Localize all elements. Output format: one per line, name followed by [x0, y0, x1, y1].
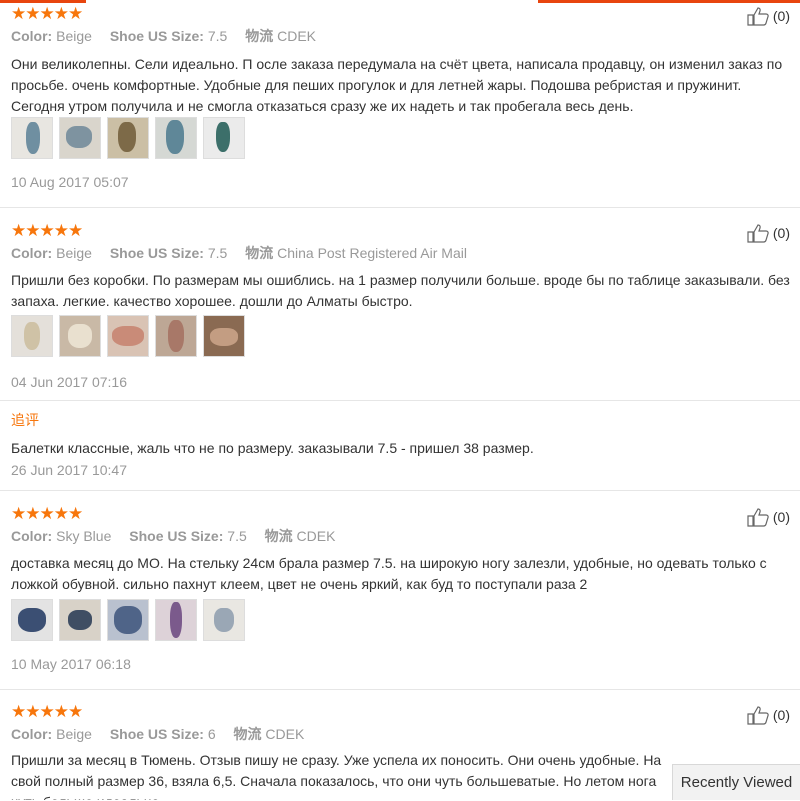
logistics-label: 物流 — [245, 245, 274, 261]
thumbs-up-icon — [747, 7, 769, 26]
logistics-label: 物流 — [245, 28, 274, 44]
logistics-value: CDEK — [265, 726, 305, 742]
color-value: Sky Blue — [56, 528, 112, 544]
review-photo[interactable] — [155, 599, 197, 641]
review-text: Они великолепны. Сели идеально. П осле з… — [11, 56, 783, 114]
review-meta: Color: Beige Shoe US Size: 6 物流 CDEK — [11, 725, 318, 743]
like-button[interactable]: (0) — [747, 6, 790, 26]
like-count: (0) — [772, 8, 790, 24]
size-value: 7.5 — [207, 28, 228, 44]
review-photo[interactable] — [59, 315, 101, 357]
logistics-value: CDEK — [296, 528, 336, 544]
color-label: Color: — [11, 245, 53, 261]
review-text: доставка месяц до МО. На стельку 24см бр… — [11, 555, 767, 592]
thumbs-up-icon — [747, 224, 769, 243]
thumbs-up-icon — [747, 508, 769, 527]
review-date: 04 Jun 2017 07:16 — [11, 374, 127, 390]
review-meta: Color: Beige Shoe US Size: 7.5 物流 CDEK — [11, 27, 330, 45]
like-button[interactable]: (0) — [747, 705, 790, 725]
review-divider — [0, 689, 800, 690]
like-count: (0) — [772, 225, 790, 241]
review-divider — [0, 207, 800, 208]
review-photo[interactable] — [203, 117, 245, 159]
review-text: Пришли за месяц в Тюмень. Отзыв пишу не … — [11, 752, 662, 800]
review-meta: Color: Sky Blue Shoe US Size: 7.5 物流 CDE… — [11, 527, 349, 545]
logistics-value: CDEK — [277, 28, 316, 44]
review-photos — [11, 599, 251, 641]
review-photo[interactable] — [11, 117, 53, 159]
color-label: Color: — [11, 726, 53, 742]
review-photo[interactable] — [155, 315, 197, 357]
recently-viewed-button[interactable]: Recently Viewed — [672, 764, 800, 800]
review-photo[interactable] — [107, 599, 149, 641]
color-value: Beige — [56, 245, 92, 261]
color-value: Beige — [56, 726, 92, 742]
review-photo[interactable] — [203, 599, 245, 641]
rating-stars: ★★★★★ — [11, 702, 83, 721]
top-accent-bar — [0, 0, 800, 4]
logistics-label: 物流 — [233, 726, 262, 742]
rating-stars: ★★★★★ — [11, 4, 83, 23]
review-photos — [11, 117, 251, 159]
additional-review-text: Балетки классные, жаль что не по размеру… — [11, 440, 534, 456]
review-photo[interactable] — [59, 599, 101, 641]
logistics-label: 物流 — [264, 528, 293, 544]
color-label: Color: — [11, 528, 53, 544]
like-count: (0) — [772, 707, 790, 723]
thumbs-up-icon — [747, 706, 769, 725]
size-value: 7.5 — [207, 245, 228, 261]
size-value: 6 — [207, 726, 216, 742]
review-photo[interactable] — [11, 315, 53, 357]
review-photo[interactable] — [11, 599, 53, 641]
additional-review-date: 26 Jun 2017 10:47 — [11, 462, 127, 478]
size-label: Shoe US Size: — [129, 528, 224, 544]
review-date: 10 May 2017 06:18 — [11, 656, 131, 672]
review-photo[interactable] — [107, 315, 149, 357]
review-date: 10 Aug 2017 05:07 — [11, 174, 129, 190]
review-photo[interactable] — [155, 117, 197, 159]
review-photo[interactable] — [59, 117, 101, 159]
addon-divider — [0, 400, 800, 401]
like-button[interactable]: (0) — [747, 223, 790, 243]
rating-stars: ★★★★★ — [11, 504, 83, 523]
size-value: 7.5 — [227, 528, 247, 544]
additional-review-title: 追评 — [11, 412, 39, 428]
review-meta: Color: Beige Shoe US Size: 7.5 物流 China … — [11, 244, 481, 262]
like-count: (0) — [772, 509, 790, 525]
review-photo[interactable] — [107, 117, 149, 159]
review-photos — [11, 315, 251, 357]
review-photo[interactable] — [203, 315, 245, 357]
size-label: Shoe US Size: — [109, 245, 204, 261]
rating-stars: ★★★★★ — [11, 221, 83, 240]
logistics-value: China Post Registered Air Mail — [277, 245, 467, 261]
size-label: Shoe US Size: — [109, 726, 204, 742]
color-label: Color: — [11, 28, 53, 44]
like-button[interactable]: (0) — [747, 507, 790, 527]
review-divider — [0, 490, 800, 491]
size-label: Shoe US Size: — [109, 28, 204, 44]
color-value: Beige — [56, 28, 92, 44]
review-text: Пришли без коробки. По размерам мы ошибл… — [11, 272, 790, 309]
